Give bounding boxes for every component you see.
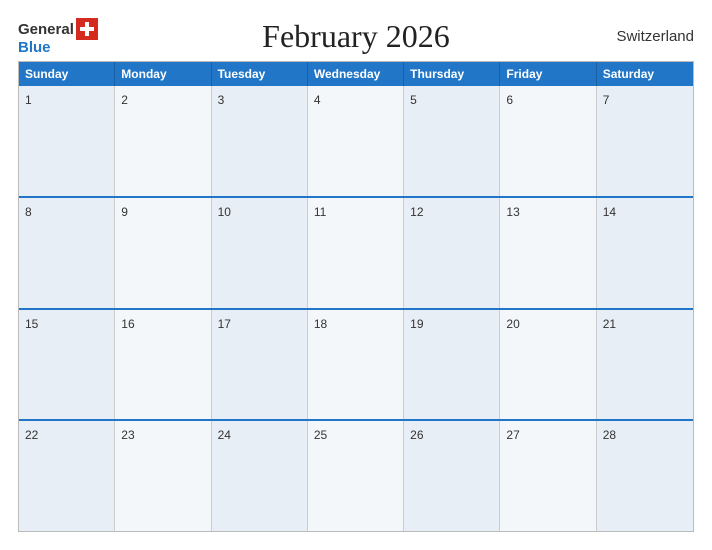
day-12: 12 xyxy=(404,198,500,308)
day-4: 4 xyxy=(308,86,404,196)
day-11: 11 xyxy=(308,198,404,308)
day-21: 21 xyxy=(597,310,693,420)
calendar: Sunday Monday Tuesday Wednesday Thursday… xyxy=(18,61,694,532)
day-25: 25 xyxy=(308,421,404,531)
day-9: 9 xyxy=(115,198,211,308)
day-8: 8 xyxy=(19,198,115,308)
day-1: 1 xyxy=(19,86,115,196)
header-thursday: Thursday xyxy=(404,62,500,86)
day-10: 10 xyxy=(212,198,308,308)
header-friday: Friday xyxy=(500,62,596,86)
week-4: 22 23 24 25 26 27 28 xyxy=(19,419,693,531)
day-6: 6 xyxy=(500,86,596,196)
page: General Blue February 2026 Switzerland S… xyxy=(0,0,712,550)
logo-blue-text: Blue xyxy=(18,40,98,55)
day-16: 16 xyxy=(115,310,211,420)
day-7: 7 xyxy=(597,86,693,196)
header-wednesday: Wednesday xyxy=(308,62,404,86)
calendar-title: February 2026 xyxy=(98,18,614,55)
day-14: 14 xyxy=(597,198,693,308)
header: General Blue February 2026 Switzerland xyxy=(18,18,694,55)
day-5: 5 xyxy=(404,86,500,196)
day-20: 20 xyxy=(500,310,596,420)
day-19: 19 xyxy=(404,310,500,420)
day-13: 13 xyxy=(500,198,596,308)
header-monday: Monday xyxy=(115,62,211,86)
week-2: 8 9 10 11 12 13 14 xyxy=(19,196,693,308)
header-saturday: Saturday xyxy=(597,62,693,86)
header-sunday: Sunday xyxy=(19,62,115,86)
day-18: 18 xyxy=(308,310,404,420)
week-1: 1 2 3 4 5 6 7 xyxy=(19,86,693,196)
day-17: 17 xyxy=(212,310,308,420)
logo: General Blue xyxy=(18,18,98,55)
logo-general-text: General xyxy=(18,22,74,37)
calendar-body: 1 2 3 4 5 6 7 8 9 10 11 12 13 14 15 16 xyxy=(19,86,693,531)
header-tuesday: Tuesday xyxy=(212,62,308,86)
country-label: Switzerland xyxy=(614,28,694,45)
day-22: 22 xyxy=(19,421,115,531)
day-28: 28 xyxy=(597,421,693,531)
day-24: 24 xyxy=(212,421,308,531)
week-3: 15 16 17 18 19 20 21 xyxy=(19,308,693,420)
day-3: 3 xyxy=(212,86,308,196)
day-26: 26 xyxy=(404,421,500,531)
calendar-header: Sunday Monday Tuesday Wednesday Thursday… xyxy=(19,62,693,86)
day-15: 15 xyxy=(19,310,115,420)
day-23: 23 xyxy=(115,421,211,531)
swiss-flag-icon xyxy=(76,18,98,40)
day-2: 2 xyxy=(115,86,211,196)
day-27: 27 xyxy=(500,421,596,531)
